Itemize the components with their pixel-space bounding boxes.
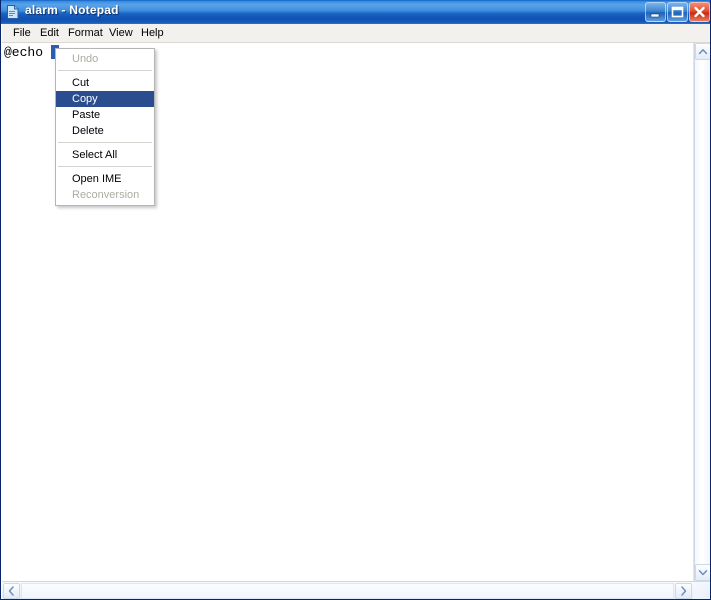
minimize-button[interactable] [645,2,666,22]
chevron-down-icon[interactable] [695,564,710,581]
chevron-left-icon[interactable] [3,583,20,599]
menu-format[interactable]: Format [62,26,109,41]
context-menu-separator [58,166,152,168]
menu-file[interactable]: File [7,26,37,41]
horizontal-scrollbar[interactable] [2,581,710,599]
context-menu-item-reconversion: Reconversion [72,189,140,201]
vertical-scrollbar-track[interactable] [695,60,710,564]
context-menu-item-open-ime[interactable]: Open IME [56,171,154,187]
context-menu-item-copy[interactable]: Copy [56,91,154,107]
menu-edit[interactable]: Edit [34,26,65,41]
context-menu-separator [58,70,152,72]
editor-context-menu: Undo Cut Copy Paste Delete Select All Op… [55,48,155,206]
chevron-right-icon[interactable] [675,583,692,599]
menu-help[interactable]: Help [135,26,170,41]
menu-bar: File Edit Format View Help [2,24,710,43]
context-menu-item-select-all[interactable]: Select All [56,147,154,163]
editor-content-line: @echo [4,45,59,60]
menu-view[interactable]: View [103,26,139,41]
window-titlebar[interactable]: alarm - Notepad [1,0,710,24]
context-menu-separator [58,142,152,144]
notepad-window: alarm - Notepad File Edit Format View He… [0,0,711,600]
horizontal-scrollbar-track[interactable] [21,583,674,599]
maximize-button[interactable] [667,2,688,22]
context-menu-item-paste[interactable]: Paste [56,107,154,123]
context-menu-item-undo: Undo [72,53,99,65]
chevron-up-icon[interactable] [695,43,710,60]
editor-text-value: @echo [4,45,51,60]
vertical-scrollbar[interactable] [694,43,710,581]
notepad-document-icon[interactable] [5,4,21,20]
window-title: alarm - Notepad [25,3,119,17]
scrollbar-corner [693,583,710,599]
context-menu-item-cut[interactable]: Cut [56,75,154,91]
close-button[interactable] [689,2,710,22]
context-menu-item-delete[interactable]: Delete [56,123,154,139]
